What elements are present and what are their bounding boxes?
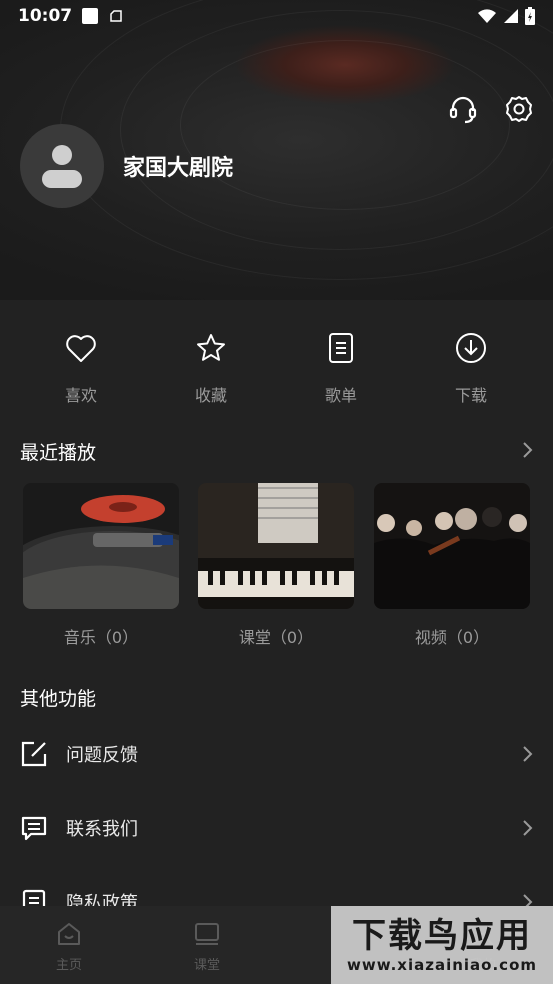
download-label: 下载: [454, 386, 487, 405]
edit-icon: [21, 741, 47, 767]
recent-classroom-label: 课堂（0）: [238, 628, 314, 647]
recent-video-card[interactable]: [374, 483, 530, 609]
download-button[interactable]: 下载: [406, 330, 536, 410]
status-time: 10:07: [18, 6, 73, 26]
watermark: 下载鸟应用 www.xiazainiao.com: [331, 906, 553, 984]
other-title: 其他功能: [20, 688, 97, 710]
recent-classroom-card[interactable]: [198, 483, 354, 609]
nav-home[interactable]: 主页: [0, 906, 138, 984]
clipboard-icon: [110, 10, 122, 22]
recent-video-label: 视频（0）: [414, 628, 490, 647]
favorites-label: 喜欢: [64, 386, 97, 405]
message-icon: [21, 816, 47, 841]
recent-music-card[interactable]: [23, 483, 179, 609]
feedback-row[interactable]: 问题反馈: [0, 726, 553, 782]
nav-classroom-label: 课堂: [193, 958, 220, 973]
recent-music-label: 音乐（0）: [63, 628, 139, 647]
gear-icon: [506, 96, 532, 122]
star-icon: [197, 334, 225, 361]
signal-icon: [504, 9, 518, 23]
vinyl-record-image: [23, 483, 179, 609]
quick-actions: 喜欢 收藏 歌单 下载: [16, 330, 536, 410]
collection-button[interactable]: 收藏: [146, 330, 276, 410]
home-icon: [58, 923, 80, 945]
settings-button[interactable]: [502, 92, 536, 126]
classroom-icon: [195, 923, 219, 945]
heart-icon: [66, 335, 96, 362]
profile-name[interactable]: 家国大剧院: [123, 150, 233, 182]
piano-image: [198, 483, 354, 609]
recent-title: 最近播放: [20, 442, 97, 464]
watermark-main: 下载鸟应用: [352, 916, 532, 956]
feedback-label: 问题反馈: [66, 745, 138, 766]
playlist-icon: [329, 333, 353, 363]
contact-row[interactable]: 联系我们: [0, 800, 553, 856]
notification-icon: [82, 8, 99, 24]
nav-classroom[interactable]: 课堂: [138, 906, 276, 984]
download-icon: [456, 333, 486, 363]
customer-service-button[interactable]: [446, 92, 480, 126]
battery-icon: [525, 7, 535, 25]
watermark-url: www.xiazainiao.com: [346, 956, 538, 974]
wifi-icon: [478, 9, 496, 23]
user-icon: [42, 145, 82, 188]
avatar[interactable]: [20, 124, 104, 208]
playlist-label: 歌单: [324, 386, 357, 405]
chevron-right-icon: [523, 746, 533, 762]
recent-more-chevron-icon[interactable]: [519, 442, 535, 458]
nav-home-label: 主页: [55, 958, 82, 973]
chevron-right-icon: [523, 820, 533, 836]
playlist-button[interactable]: 歌单: [276, 330, 406, 410]
status-bar: 10:07: [0, 0, 553, 32]
favorites-button[interactable]: 喜欢: [16, 330, 146, 410]
collection-label: 收藏: [194, 386, 227, 405]
orchestra-image: [374, 483, 530, 609]
contact-label: 联系我们: [66, 819, 138, 840]
headset-icon: [449, 96, 477, 124]
